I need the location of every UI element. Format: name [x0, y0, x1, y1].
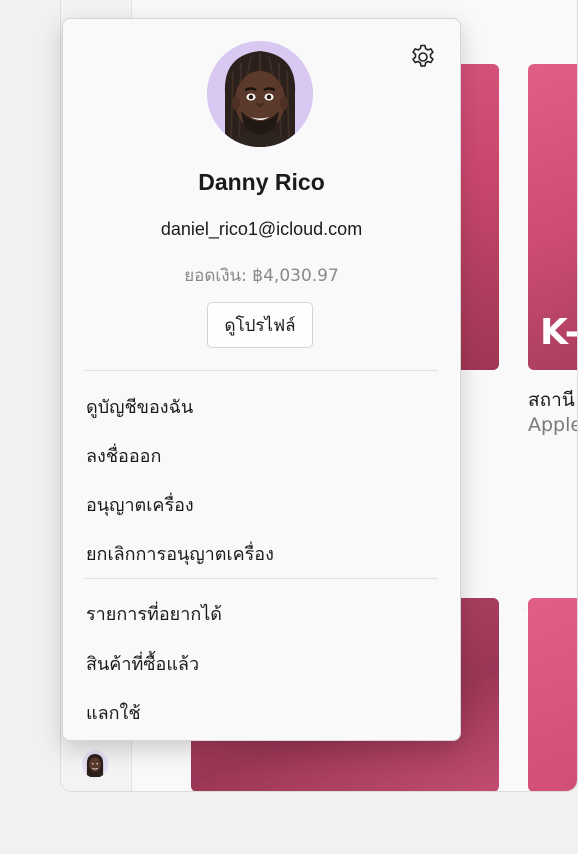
menu-item-sign-out[interactable]: ลงชื่อออก [86, 441, 161, 470]
gear-icon [412, 44, 434, 67]
station-card-2-title[interactable]: สถานี [528, 385, 575, 415]
settings-button[interactable] [409, 43, 437, 71]
station-card-2-subtitle: Apple [528, 414, 578, 436]
menu-item-view-account[interactable]: ดูบัญชีของฉัน [86, 392, 193, 421]
station-card-2[interactable]: K- [528, 64, 578, 370]
station-card-4[interactable] [528, 598, 577, 791]
memoji-avatar-icon [82, 751, 108, 777]
card-label: K- [540, 312, 578, 353]
account-balance: ยอดเงิน: ฿4,030.97 [184, 266, 339, 286]
account-name: Danny Rico [198, 169, 325, 195]
view-profile-button[interactable]: ดูโปรไฟล์ [207, 302, 313, 348]
profile-avatar [207, 41, 313, 147]
menu-item-wishlist[interactable]: รายการที่อยากได้ [86, 599, 222, 628]
menu-divider [83, 578, 438, 579]
menu-item-deauthorize[interactable]: ยกเลิกการอนุญาตเครื่อง [86, 539, 274, 568]
menu-divider [83, 370, 438, 371]
menu-item-authorize[interactable]: อนุญาตเครื่อง [86, 490, 194, 519]
menu-item-redeem[interactable]: แลกใช้ [86, 698, 141, 727]
memoji-avatar-icon [207, 41, 313, 147]
account-email: daniel_rico1@icloud.com [160, 219, 363, 239]
account-avatar-button[interactable] [82, 750, 108, 778]
account-flyout: Danny Rico daniel_rico1@icloud.com ยอดเง… [62, 18, 461, 741]
menu-item-purchased[interactable]: สินค้าที่ซื้อแล้ว [86, 649, 199, 678]
